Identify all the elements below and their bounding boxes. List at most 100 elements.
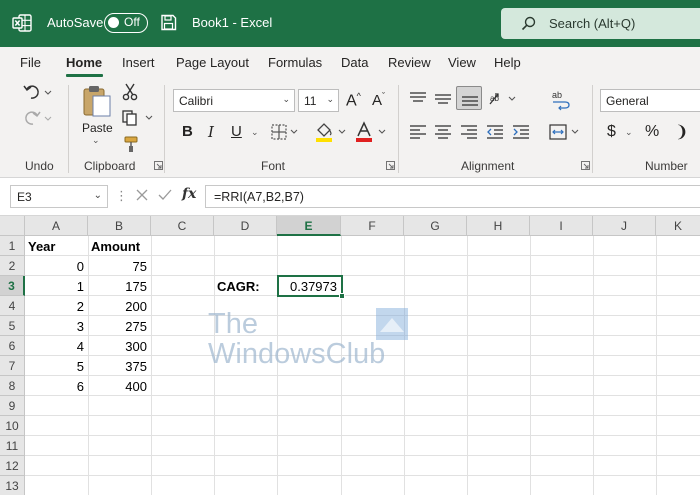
row-header-12[interactable]: 12: [0, 456, 25, 476]
cell-a7[interactable]: 5: [25, 356, 88, 376]
cell-b1[interactable]: Amount: [88, 236, 151, 256]
more-options-icon[interactable]: ⋮: [115, 188, 128, 204]
name-box[interactable]: E3 ⌄: [10, 185, 108, 208]
clipboard-launcher-icon[interactable]: [154, 161, 163, 170]
font-launcher-icon[interactable]: [386, 161, 395, 170]
merge-center-icon[interactable]: [548, 123, 582, 141]
cut-icon[interactable]: [121, 83, 139, 101]
currency-format-button[interactable]: $: [607, 123, 616, 141]
confirm-entry-icon[interactable]: [157, 187, 173, 203]
column-header-f[interactable]: F: [341, 216, 404, 236]
currency-dropdown-icon[interactable]: ⌄: [625, 127, 633, 138]
tab-formulas[interactable]: Formulas: [268, 55, 322, 70]
column-header-g[interactable]: G: [404, 216, 467, 236]
format-painter-icon[interactable]: [122, 135, 140, 153]
cell-d3[interactable]: CAGR:: [214, 276, 277, 296]
cell-b5[interactable]: 275: [88, 316, 151, 336]
cell-b7[interactable]: 375: [88, 356, 151, 376]
select-all-corner[interactable]: [0, 216, 25, 236]
font-color-icon[interactable]: [353, 121, 387, 143]
cell-a5[interactable]: 3: [25, 316, 88, 336]
increase-font-size-icon[interactable]: A^: [346, 91, 361, 110]
column-header-b[interactable]: B: [88, 216, 151, 236]
row-header-4[interactable]: 4: [0, 296, 25, 316]
column-header-e[interactable]: E: [277, 216, 341, 236]
bold-button[interactable]: B: [182, 123, 193, 140]
underline-dropdown-icon[interactable]: ⌄: [251, 127, 259, 138]
number-format-select[interactable]: General: [600, 89, 700, 112]
column-header-d[interactable]: D: [214, 216, 277, 236]
paste-label[interactable]: Paste: [82, 121, 113, 135]
row-header-11[interactable]: 11: [0, 436, 25, 456]
cell-b8[interactable]: 400: [88, 376, 151, 396]
row-header-5[interactable]: 5: [0, 316, 25, 336]
cell-a6[interactable]: 4: [25, 336, 88, 356]
fill-color-icon[interactable]: [313, 121, 347, 143]
tab-view[interactable]: View: [448, 55, 476, 70]
tab-help[interactable]: Help: [494, 55, 521, 70]
wrap-text-icon[interactable]: ab: [551, 89, 571, 111]
cancel-entry-icon[interactable]: [134, 187, 150, 203]
tab-review[interactable]: Review: [388, 55, 431, 70]
column-header-a[interactable]: A: [25, 216, 88, 236]
align-left-icon[interactable]: [409, 124, 427, 140]
row-header-8[interactable]: 8: [0, 376, 25, 396]
save-icon[interactable]: [160, 14, 177, 31]
font-size-select[interactable]: 11 ⌄: [298, 89, 339, 112]
percent-format-button[interactable]: %: [645, 123, 659, 141]
group-label-number: Number: [645, 159, 688, 173]
font-name-select[interactable]: Calibri ⌄: [173, 89, 295, 112]
increase-indent-icon[interactable]: [512, 124, 530, 140]
column-header-h[interactable]: H: [467, 216, 530, 236]
formula-input[interactable]: =RRI(A7,B2,B7): [205, 185, 700, 208]
tab-home[interactable]: Home: [66, 55, 102, 70]
underline-button[interactable]: U: [231, 123, 242, 140]
tab-page-layout[interactable]: Page Layout: [176, 55, 249, 70]
fill-handle[interactable]: [339, 293, 345, 299]
cell-a8[interactable]: 6: [25, 376, 88, 396]
align-middle-icon[interactable]: [434, 91, 452, 107]
cell-b3[interactable]: 175: [88, 276, 151, 296]
cell-a3[interactable]: 1: [25, 276, 88, 296]
tab-data[interactable]: Data: [341, 55, 368, 70]
tab-insert[interactable]: Insert: [122, 55, 155, 70]
paste-dropdown-icon[interactable]: ⌄: [92, 135, 100, 146]
copy-icon[interactable]: [121, 109, 155, 127]
row-header-2[interactable]: 2: [0, 256, 25, 276]
undo-icon[interactable]: [22, 83, 52, 101]
autosave-toggle[interactable]: Off: [104, 13, 148, 33]
cell-a4[interactable]: 2: [25, 296, 88, 316]
redo-icon[interactable]: [22, 109, 52, 127]
alignment-launcher-icon[interactable]: [581, 161, 590, 170]
row-header-6[interactable]: 6: [0, 336, 25, 356]
row-header-7[interactable]: 7: [0, 356, 25, 376]
column-header-c[interactable]: C: [151, 216, 214, 236]
align-bottom-button[interactable]: [456, 86, 482, 110]
insert-function-button[interactable]: fx: [182, 186, 196, 202]
cell-b6[interactable]: 300: [88, 336, 151, 356]
row-header-10[interactable]: 10: [0, 416, 25, 436]
decrease-indent-icon[interactable]: [486, 124, 504, 140]
column-header-j[interactable]: J: [593, 216, 656, 236]
cell-b2[interactable]: 75: [88, 256, 151, 276]
cell-a2[interactable]: 0: [25, 256, 88, 276]
tab-file[interactable]: File: [20, 55, 41, 70]
orientation-icon[interactable]: ab: [487, 90, 519, 108]
cell-a1[interactable]: Year: [25, 236, 88, 256]
align-top-icon[interactable]: [409, 91, 427, 107]
italic-button[interactable]: I: [208, 123, 214, 141]
align-right-icon[interactable]: [460, 124, 478, 140]
search-box[interactable]: Search (Alt+Q): [501, 8, 700, 39]
borders-icon[interactable]: [270, 123, 300, 141]
row-header-1[interactable]: 1: [0, 236, 25, 256]
column-header-k[interactable]: K: [656, 216, 700, 236]
align-center-icon[interactable]: [434, 124, 452, 140]
row-header-9[interactable]: 9: [0, 396, 25, 416]
row-header-3[interactable]: 3: [0, 276, 25, 296]
paste-icon[interactable]: [81, 84, 113, 118]
decrease-font-size-icon[interactable]: Aˇ: [372, 91, 385, 109]
comma-style-button[interactable]: ❩: [675, 122, 688, 142]
row-header-13[interactable]: 13: [0, 476, 25, 495]
cell-b4[interactable]: 200: [88, 296, 151, 316]
column-header-i[interactable]: I: [530, 216, 593, 236]
